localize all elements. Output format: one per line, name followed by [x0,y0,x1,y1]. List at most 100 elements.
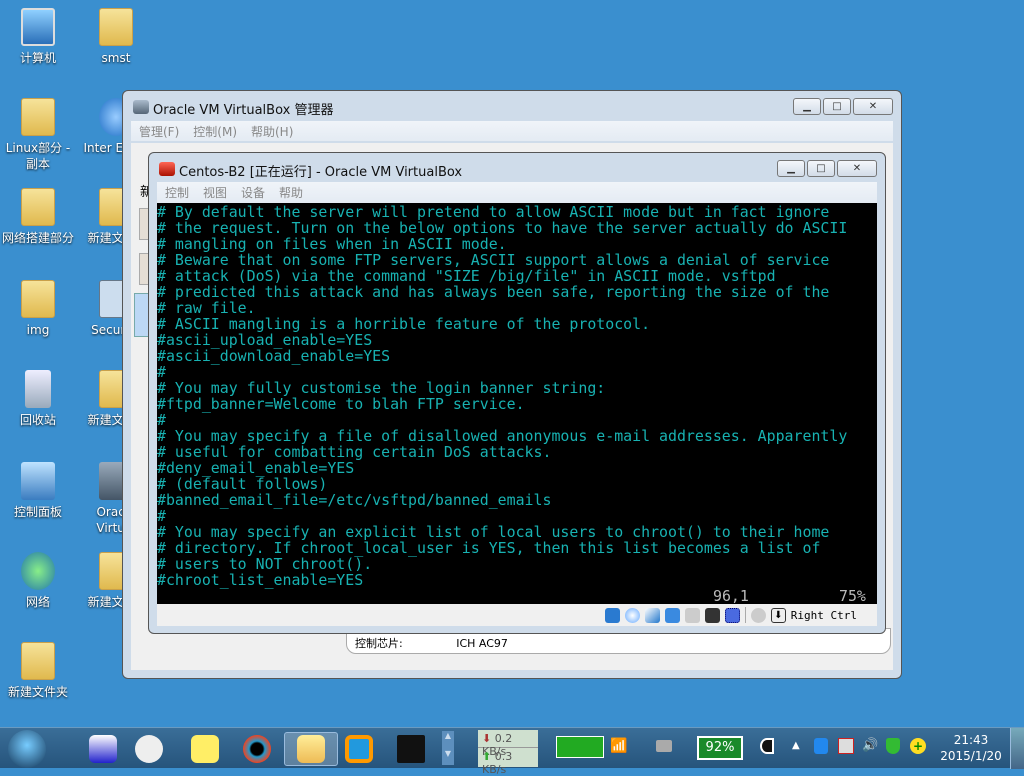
terminal-line: # useful for combatting certain DoS atta… [157,443,552,461]
minimize-button[interactable]: ▁ [793,98,821,115]
icon-label: smst [101,51,131,65]
volume-icon[interactable]: 🔊 [862,738,878,753]
window-title: Oracle VM VirtualBox 管理器 [153,103,334,118]
taskbar-sticky-notes[interactable] [178,732,232,766]
detail-value: ICH AC97 [456,637,508,650]
maximize-button[interactable]: □ [807,160,835,177]
vm-status-bar: ⬇ Right Ctrl [157,604,877,626]
cursor-position: 96,1 [713,587,749,604]
network-adapter-icon[interactable] [664,607,680,623]
power-plug-icon[interactable] [760,738,774,754]
terminal-line: #banned_email_file=/etc/vsftpd/banned_em… [157,491,552,509]
vm-console[interactable]: # By default the server will pretend to … [157,203,877,604]
terminal-line: # mangling on files when in ASCII mode. [157,235,507,253]
taskbar-virtualbox[interactable] [332,732,386,766]
explorer-icon [297,735,325,763]
icon-label: 回收站 [19,413,56,427]
icon-label: 网络搭建部分 [1,231,74,245]
remote-desktop-icon [89,735,117,763]
close-button[interactable]: ✕ [837,160,877,177]
network-icon [21,552,55,590]
desktop-icon-new-folder[interactable]: 新建文件夹 [0,642,78,700]
computer-icon [21,8,55,46]
menu-control[interactable]: 控制(M) [193,123,237,139]
folder-icon [21,280,55,318]
terminal-line: # the request. Turn on the below options… [157,219,848,237]
start-button[interactable] [8,730,46,768]
menu-control[interactable]: 控制 [165,184,189,201]
menu-devices[interactable]: 设备 [241,184,265,201]
folder-icon [21,642,55,680]
cpu-virtualization-icon[interactable] [724,607,740,623]
terminal-line: #ftpd_banner=Welcome to blah FTP service… [157,395,525,413]
taskbar-scroll-button[interactable]: ▲ ▼ [442,731,454,765]
icon-label: 控制面板 [13,505,62,519]
terminal-line: # raw file. [157,299,256,317]
terminal-line: # [157,507,166,525]
icon-label: 网络 [25,595,50,609]
network-status-icon[interactable] [838,738,854,754]
terminal-line: # ASCII mangling is a horrible feature o… [157,315,651,333]
terminal-line: #deny_email_enable=YES [157,459,355,477]
menu-manage[interactable]: 管理(F) [139,123,179,139]
host-key-icon: ⬇ [770,607,786,623]
menu-view[interactable]: 视图 [203,184,227,201]
desktop-icon-linux-copy[interactable]: Linux部分 - 副本 [0,98,78,172]
taskbar: ▲ ▼ ⬇ 0.2 KB/s ⬆ 0.3 KB/s 📶 92% ▲ 🔊 + 21:… [0,727,1024,776]
download-arrow-icon: ⬇ [482,732,492,745]
terminal-line: # directory. If chroot_local_user is YES… [157,539,821,557]
window-title: Centos-B2 [正在运行] - Oracle VM VirtualBox [179,165,463,180]
sync-icon [243,735,271,763]
optical-drive-icon[interactable] [624,607,640,623]
desktop-icon-network-build[interactable]: 网络搭建部分 [0,188,78,246]
video-capture-icon[interactable] [704,607,720,623]
audio-icon[interactable] [604,607,620,623]
terminal-line: # predicted this attack and has always b… [157,283,830,301]
terminal-line: # users to NOT chroot(). [157,555,373,573]
usb-icon[interactable] [644,607,660,623]
terminal-line: #ascii_upload_enable=YES [157,331,373,349]
folder-icon [21,98,55,136]
shield-app-icon[interactable] [814,738,828,754]
security-shield-icon[interactable] [886,738,900,754]
taskbar-snipping-tool[interactable] [122,732,176,766]
keyboard-icon[interactable] [656,740,672,752]
menu-help[interactable]: 帮助 [279,184,303,201]
taskbar-explorer[interactable] [284,732,338,766]
desktop-icon-recycle-bin[interactable]: 回收站 [0,370,78,428]
net-speed-meter: ⬇ 0.2 KB/s ⬆ 0.3 KB/s [478,730,538,776]
icon-label: 新建文件夹 [7,685,68,699]
terminal-line: # [157,363,166,381]
close-button[interactable]: ✕ [853,98,893,115]
minimize-button[interactable]: ▁ [777,160,805,177]
desktop-icon-img[interactable]: img [0,280,78,338]
icon-label: Linux部分 - 副本 [5,141,71,171]
icon-label: 计算机 [19,51,56,65]
wifi-antenna-icon[interactable]: 📶 [610,738,627,754]
desktop-icon-smst[interactable]: smst [76,8,156,66]
menu-help[interactable]: 帮助(H) [251,123,293,139]
vim-status-line: 96,1 75% [157,588,877,604]
detail-label: 控制芯片: [355,637,403,650]
show-hidden-icons-button[interactable]: ▲ [792,740,800,751]
clock-time: 21:43 [953,733,989,747]
terminal-line: # You may fully customise the login bann… [157,379,606,397]
desktop-icon-computer[interactable]: 计算机 [0,8,78,66]
battery-indicator[interactable]: 92% [697,736,743,760]
terminal-line: # Beware that on some FTP servers, ASCII… [157,251,830,269]
clock[interactable]: 21:43 2015/1/20 [938,732,1004,764]
360-plus-icon[interactable]: + [910,738,926,754]
signal-strength-icon[interactable] [556,736,604,758]
taskbar-sync-app[interactable] [230,732,284,766]
desktop-icon-network[interactable]: 网络 [0,552,78,610]
show-desktop-button[interactable] [1010,728,1024,769]
desktop-icon-control-panel[interactable]: 控制面板 [0,462,78,520]
folder-icon [99,8,133,46]
mouse-integration-icon[interactable] [750,607,766,623]
shared-folder-icon[interactable] [684,607,700,623]
maximize-button[interactable]: □ [823,98,851,115]
taskbar-ti-app[interactable] [384,732,438,766]
texas-instruments-icon [397,735,425,763]
sticky-notes-icon [191,735,219,763]
terminal-line: # [157,411,166,429]
